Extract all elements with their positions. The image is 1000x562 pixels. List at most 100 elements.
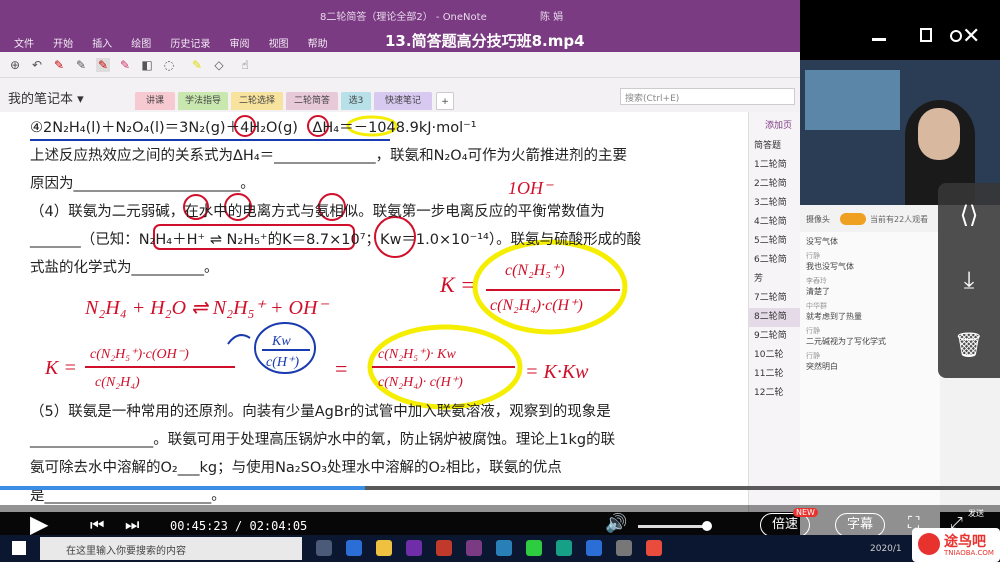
app-icon[interactable] (436, 540, 452, 556)
page-item[interactable]: 4二轮简 (749, 213, 800, 232)
teacher-face (918, 108, 960, 160)
highlighter-icon[interactable]: ✎ (190, 58, 204, 72)
tab-review-choice[interactable]: 二轮选择 (231, 92, 283, 110)
page-item[interactable]: 芳 (749, 270, 800, 289)
close-icon[interactable]: ✕ (962, 24, 980, 49)
page-item[interactable]: 7二轮简 (749, 289, 800, 308)
touch-icon[interactable]: ☝ (238, 58, 252, 72)
new-badge: NEW (793, 508, 818, 517)
text-line-3: 原因为_______________________。 (30, 176, 255, 192)
onenote-icon[interactable] (466, 540, 482, 556)
subtitle-button[interactable]: 字幕 (835, 513, 885, 537)
ink-equation: N₂H₄ + H₂O ⇌ N₂H₅⁺ + OH⁻ (84, 297, 329, 319)
notebook-selector[interactable]: 我的笔记本 ▾ (8, 88, 84, 107)
tab-lecture[interactable]: 讲课 (135, 92, 175, 110)
app-icon[interactable] (556, 540, 572, 556)
menu-home[interactable]: 开始 (53, 35, 73, 50)
pin-icon[interactable] (920, 28, 932, 42)
tab-study-guide[interactable]: 学法指导 (178, 92, 228, 110)
ink-k-left: K = (439, 272, 475, 297)
text-line-5: _______（已知：N₂H₄＋H⁺ ⇌ N₂H₅⁺的K＝8.7×10⁷；Kw＝… (30, 232, 642, 248)
camera-label: 摄像头 (806, 215, 830, 224)
tab-elective3[interactable]: 选3 (341, 92, 371, 110)
app-icon[interactable] (616, 540, 632, 556)
pen-dark-icon[interactable]: ✎ (74, 58, 88, 72)
share-icon[interactable]: ⟨⟩ (938, 183, 1000, 248)
chat-message: 李舂玲 清楚了 (806, 277, 830, 296)
add-page-button[interactable]: 添加页 (765, 118, 800, 131)
page-item[interactable]: 10二轮 (749, 346, 800, 365)
ink-ion: 1OH⁻ (508, 178, 554, 198)
play-icon[interactable]: ▶ (30, 510, 48, 538)
progress-fill (0, 486, 365, 490)
text-line-9: 氨可除去水中溶解的O₂___kg；与使用Na₂SO₃处理水中溶解的O₂相比，联氨… (30, 460, 562, 476)
tab-review-short[interactable]: 二轮简答 (286, 92, 338, 110)
lasso-icon[interactable]: ⊕ (8, 58, 22, 72)
camera-toggle[interactable] (840, 213, 866, 225)
volume-slider[interactable] (638, 521, 712, 531)
wechat-icon[interactable] (526, 540, 542, 556)
ink-kw-bot: c(H⁺) (266, 355, 299, 370)
tab-quick-notes[interactable]: 快速笔记 (374, 92, 432, 110)
taskview-icon[interactable] (316, 540, 332, 556)
folder-icon[interactable] (376, 540, 392, 556)
menu-file[interactable]: 文件 (14, 35, 34, 50)
note-page: 1OH⁻ K = c(N₂H₅⁺) c(N₂H₄)·c(H⁺) N₂H₄ + H… (0, 112, 748, 512)
page-item[interactable]: 简答题 (749, 137, 800, 156)
page-item[interactable]: 1二轮简 (749, 156, 800, 175)
progress-bar[interactable] (0, 486, 1000, 490)
page-item[interactable]: 12二轮 (749, 384, 800, 403)
page-item[interactable]: 9二轮简 (749, 327, 800, 346)
windows-start-icon[interactable] (12, 541, 26, 555)
pen-red-icon[interactable]: ✎ (52, 58, 66, 72)
ink-k3-bot: c(N₂H₄)· c(H⁺) (378, 375, 463, 390)
menu-help[interactable]: 帮助 (308, 35, 328, 50)
undo-icon[interactable]: ↶ (30, 58, 44, 72)
menu-review[interactable]: 审阅 (229, 35, 249, 50)
app-icon[interactable] (496, 540, 512, 556)
page-item[interactable]: 2二轮简 (749, 175, 800, 194)
ink-equals: = (335, 356, 347, 381)
eraser-icon[interactable]: ◧ (140, 58, 154, 72)
app-icon[interactable] (346, 540, 362, 556)
delete-icon[interactable]: 🗑 (938, 313, 1000, 378)
pen-pink-icon[interactable]: ✎ (118, 58, 132, 72)
previous-icon[interactable]: ⏮ (90, 515, 104, 535)
yellow-circle-k (472, 239, 628, 335)
menu-history[interactable]: 历史记录 (170, 35, 210, 50)
video-title: 13.简答题高分技巧班8.mp4 (385, 32, 585, 50)
volume-knob[interactable] (702, 521, 712, 531)
watermark-logo: 途鸟吧 TNIAOBA.COM (912, 528, 1000, 562)
next-icon[interactable]: ⏭ (125, 515, 139, 535)
page-item[interactable]: 5二轮简 (749, 232, 800, 251)
menu-insert[interactable]: 插入 (92, 35, 112, 50)
volume-icon[interactable]: 🔊 (605, 513, 627, 534)
tab-add[interactable]: + (436, 92, 454, 110)
page-item-selected[interactable]: 8二轮简 (749, 308, 800, 327)
menu-draw[interactable]: 绘图 (131, 35, 151, 50)
page-item[interactable]: 11二轮 (749, 365, 800, 384)
taskbar-search-input[interactable]: 在这里输入你要搜索的内容 (40, 537, 302, 560)
ink-k2-top: c(N₂H₅⁺)·c(OH⁻) (90, 347, 189, 362)
page-item[interactable]: 6二轮简 (749, 251, 800, 270)
app-icon[interactable] (406, 540, 422, 556)
chrome-icon[interactable] (646, 540, 662, 556)
pen-selected-icon[interactable]: ✎ (96, 58, 110, 72)
ink-k2-bot: c(N₂H₄) (95, 375, 140, 390)
minimize-icon[interactable] (872, 38, 886, 41)
search-input[interactable]: 搜索(Ctrl+E) (620, 88, 795, 105)
ruler-icon[interactable]: ◇ (212, 58, 226, 72)
avatar-icon[interactable] (950, 30, 962, 42)
onenote-window-title: 8二轮简答（理论全部2） - OneNote (320, 12, 487, 23)
page-item[interactable]: 3二轮简 (749, 194, 800, 213)
text-line-4: （4）联氨为二元弱碱，在水中的电离方式与氨相似。联氨第一步电离反应的平衡常数值为 (30, 204, 605, 220)
menu-view[interactable]: 视图 (269, 35, 289, 50)
viewer-count: 当前有22人观看 (870, 215, 929, 224)
browser-icon[interactable] (586, 540, 602, 556)
shapes-icon[interactable]: ◌ (162, 58, 176, 72)
watermark-url: TNIAOBA.COM (944, 549, 994, 557)
chat-message: 行静 突然明白 (806, 352, 838, 371)
text-line-6: 式盐的化学式为__________。 (30, 260, 219, 276)
download-icon[interactable]: ⤓ (938, 248, 1000, 313)
text-line-1: ④2N₂H₄(l)＋N₂O₄(l)＝3N₂(g)＋4H₂O(g) ΔH₄＝－10… (30, 120, 477, 136)
